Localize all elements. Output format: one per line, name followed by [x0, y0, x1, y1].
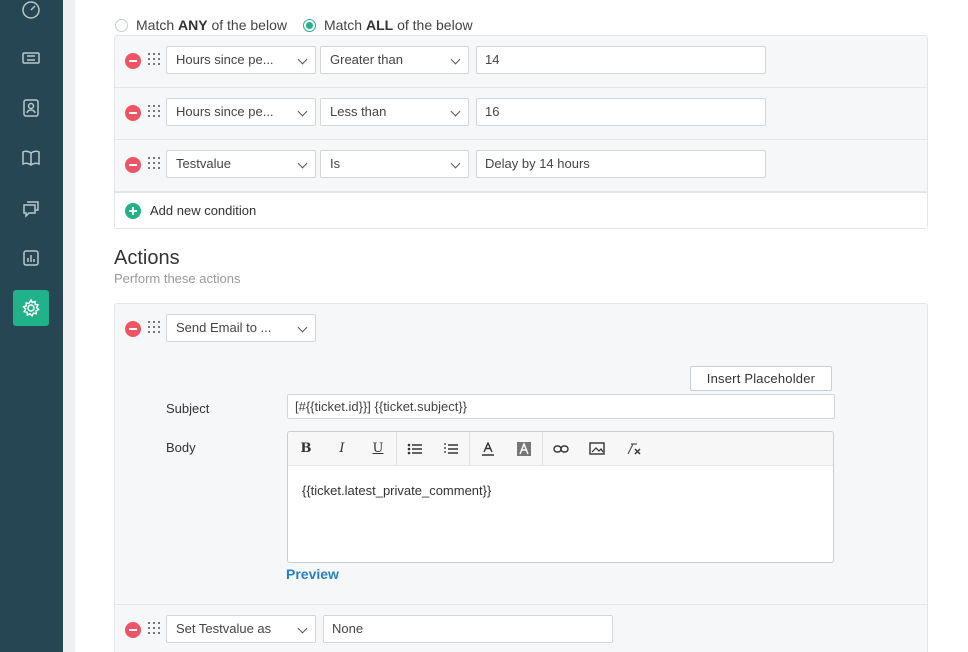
actions-box: Send Email to ... Insert Placeholder Sub… [114, 303, 928, 652]
action-type-select[interactable]: Set Testvalue as [166, 615, 316, 643]
condition-value-input[interactable]: 14 [476, 46, 766, 74]
bullet-list-icon[interactable] [397, 432, 433, 466]
condition-field-select[interactable]: Testvalue [166, 150, 316, 178]
condition-operator-select[interactable]: Is [320, 150, 469, 178]
condition-operator-select[interactable]: Less than [320, 98, 469, 126]
drag-handle-icon[interactable] [148, 321, 160, 333]
body-editor: B I U {{ticket.latest_private_comment}} [287, 431, 834, 563]
remove-action-icon[interactable] [125, 622, 141, 638]
body-text[interactable]: {{ticket.latest_private_comment}} [288, 466, 833, 515]
match-any-option[interactable]: Match ANY of the below [115, 17, 287, 33]
knowledge-base-icon[interactable] [13, 140, 49, 176]
remove-condition-icon[interactable] [125, 53, 141, 69]
editor-toolbar: B I U [288, 431, 833, 466]
bold-button[interactable]: B [288, 432, 324, 466]
add-condition-button[interactable]: Add new condition [115, 192, 927, 228]
action-value-input[interactable]: None [323, 615, 613, 643]
condition-field-select[interactable]: Hours since pe... [166, 98, 316, 126]
remove-action-icon[interactable] [125, 321, 141, 337]
contacts-icon[interactable] [13, 90, 49, 126]
condition-value-input[interactable]: 16 [476, 98, 766, 126]
drag-handle-icon[interactable] [148, 622, 160, 634]
text-color-icon[interactable] [470, 432, 506, 466]
insert-placeholder-button[interactable]: Insert Placeholder [690, 366, 832, 391]
condition-row: Hours since pe... Greater than 14 [115, 36, 927, 88]
clear-formatting-icon[interactable] [615, 432, 651, 466]
condition-row: Testvalue Is Delay by 14 hours [115, 140, 927, 192]
drag-handle-icon[interactable] [148, 53, 160, 65]
italic-button[interactable]: I [324, 432, 360, 466]
remove-condition-icon[interactable] [125, 105, 141, 121]
drag-handle-icon[interactable] [148, 105, 160, 117]
drag-handle-icon[interactable] [148, 157, 160, 169]
action-divider [115, 604, 927, 605]
condition-row: Hours since pe... Less than 16 [115, 88, 927, 140]
action-type-select[interactable]: Send Email to ... [166, 314, 316, 342]
sidebar [0, 0, 63, 652]
background-color-icon[interactable] [506, 432, 542, 466]
preview-link[interactable]: Preview [286, 566, 339, 582]
main-content: Match ANY of the below Match ALL of the … [75, 0, 968, 652]
link-icon[interactable] [543, 432, 579, 466]
condition-field-select[interactable]: Hours since pe... [166, 46, 316, 74]
match-all-radio[interactable] [302, 18, 316, 32]
numbered-list-icon[interactable] [433, 432, 469, 466]
gutter [63, 0, 75, 652]
remove-condition-icon[interactable] [125, 157, 141, 173]
match-any-radio[interactable] [115, 18, 128, 32]
tickets-icon[interactable] [13, 40, 49, 76]
actions-subtitle: Perform these actions [114, 271, 241, 286]
condition-value-input[interactable]: Delay by 14 hours [476, 150, 766, 178]
add-icon [125, 202, 141, 219]
condition-operator-select[interactable]: Greater than [320, 46, 469, 74]
dashboard-icon[interactable] [13, 0, 49, 28]
body-label: Body [166, 440, 196, 455]
actions-title: Actions [114, 247, 180, 269]
underline-button[interactable]: U [360, 432, 396, 466]
conditions-box: Hours since pe... Greater than 14 Hours … [114, 35, 928, 229]
subject-input[interactable]: [#{{ticket.id}}] {{ticket.subject}} [287, 394, 835, 419]
match-options: Match ANY of the below Match ALL of the … [115, 17, 489, 33]
settings-icon[interactable] [13, 290, 49, 326]
image-icon[interactable] [579, 432, 615, 466]
match-all-option[interactable]: Match ALL of the below [302, 17, 473, 33]
chat-icon[interactable] [13, 190, 49, 226]
reports-icon[interactable] [13, 240, 49, 276]
subject-label: Subject [166, 401, 210, 416]
